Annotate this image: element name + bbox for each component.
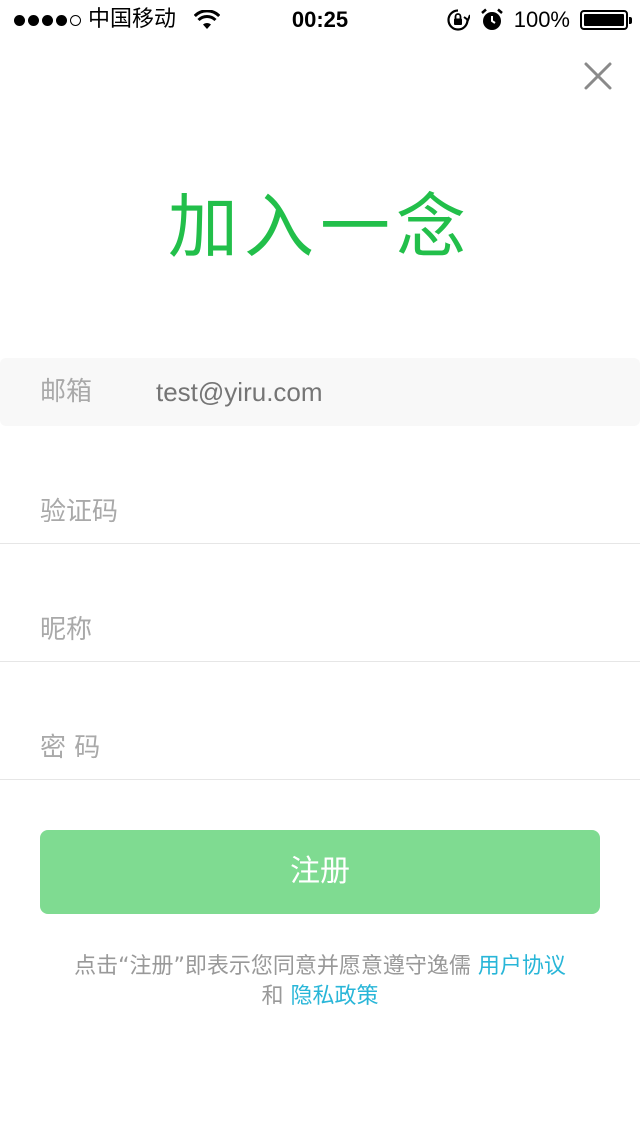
terms-and: 和: [261, 984, 284, 1009]
field-divider: [0, 543, 640, 544]
terms-prefix: 点击“注册”即表示您同意并愿意遵守逸儒: [74, 954, 471, 979]
terms-notice: 点击“注册”即表示您同意并愿意遵守逸儒 用户协议 和 隐私政策: [0, 952, 640, 1012]
battery-icon: [580, 10, 632, 30]
register-button[interactable]: 注册: [40, 830, 600, 914]
rotation-lock-icon: [447, 9, 470, 31]
verification-code-field[interactable]: 验证码: [0, 476, 640, 544]
verification-code-label: 验证码: [40, 497, 119, 527]
email-field[interactable]: 邮箱: [0, 358, 640, 426]
privacy-policy-link[interactable]: 隐私政策: [291, 984, 379, 1009]
password-label: 密 码: [40, 733, 101, 763]
page-title: 加入一念: [168, 186, 472, 268]
close-icon[interactable]: [578, 56, 618, 96]
user-agreement-link[interactable]: 用户协议: [478, 954, 566, 979]
password-field[interactable]: 密 码: [0, 712, 640, 780]
nickname-label: 昵称: [40, 615, 93, 645]
alarm-icon: [480, 8, 503, 30]
field-divider: [0, 661, 640, 662]
status-bar: 中国移动 00:25 100%: [0, 0, 640, 40]
email-label: 邮箱: [40, 377, 93, 407]
field-divider: [0, 779, 640, 780]
nickname-field[interactable]: 昵称: [0, 594, 640, 662]
email-input[interactable]: [156, 358, 596, 426]
battery-percent: 100%: [513, 7, 570, 32]
